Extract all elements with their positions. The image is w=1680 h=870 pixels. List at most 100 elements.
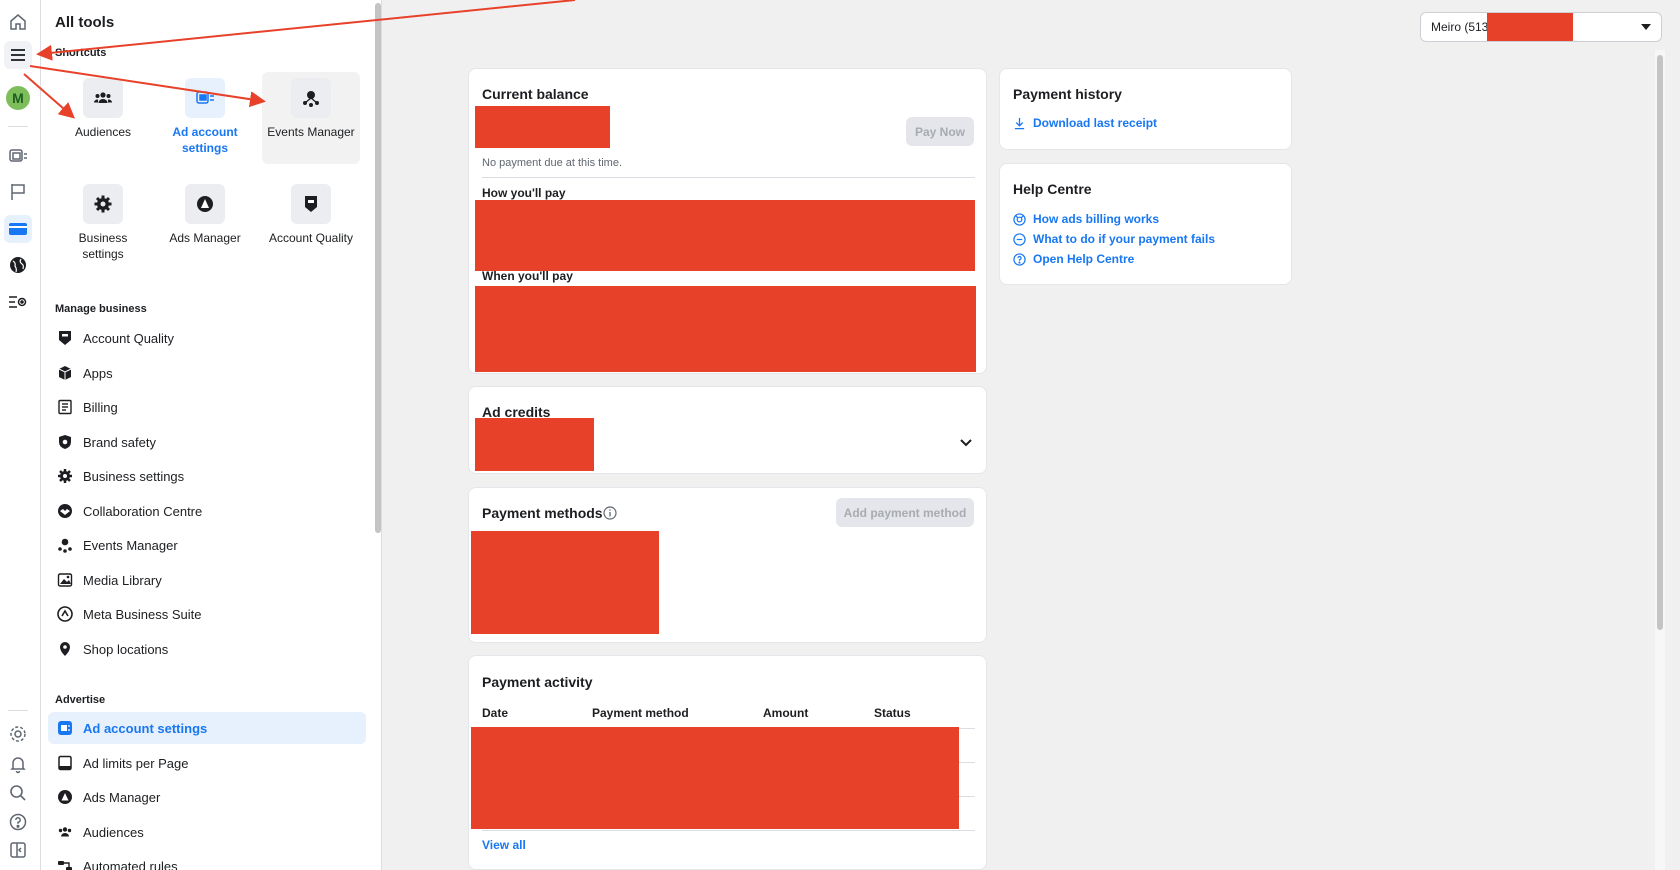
shortcut-label: Account Quality bbox=[268, 231, 354, 245]
payment-methods-card: Payment methods Add payment method bbox=[468, 487, 987, 643]
menu-item-label: Media Library bbox=[83, 572, 162, 588]
home-icon[interactable] bbox=[4, 8, 32, 36]
shortcut-ad-account-settings[interactable]: Ad account settings bbox=[156, 72, 254, 164]
menu-item-label: Shop locations bbox=[83, 641, 169, 657]
ad-credits-card[interactable]: Ad credits bbox=[468, 386, 987, 474]
menu-item-automated-rules[interactable]: Automated rules bbox=[48, 850, 366, 870]
ad-account-selector[interactable]: Meiro (513 bbox=[1420, 12, 1662, 42]
help-icon[interactable] bbox=[4, 808, 32, 836]
menu-item-label: Ads Manager bbox=[83, 789, 161, 805]
menu-item-collaboration-centre[interactable]: Collaboration Centre bbox=[48, 495, 366, 527]
menu-item-label: Meta Business Suite bbox=[83, 606, 202, 622]
shortcut-audiences[interactable]: Audiences bbox=[54, 72, 152, 164]
ad-account-icon[interactable] bbox=[4, 142, 32, 170]
shortcut-events-manager[interactable]: Events Manager bbox=[262, 72, 360, 164]
rail-divider bbox=[8, 126, 28, 127]
menu-item-label: Ad account settings bbox=[83, 720, 208, 736]
menu-icon[interactable] bbox=[4, 41, 32, 69]
redaction bbox=[475, 106, 610, 148]
redaction bbox=[471, 727, 959, 829]
shortcut-account-quality[interactable]: Account Quality bbox=[262, 178, 360, 270]
image-icon bbox=[56, 571, 74, 589]
column-header-date[interactable]: Date bbox=[482, 706, 508, 720]
link-label: What to do if your payment fails bbox=[1033, 232, 1216, 246]
left-rail: M bbox=[0, 0, 41, 870]
help-link-billing[interactable]: How ads billing works bbox=[1013, 212, 1159, 226]
collapse-panel-icon[interactable] bbox=[4, 836, 32, 864]
billing-icon[interactable] bbox=[4, 215, 32, 243]
redaction bbox=[475, 200, 975, 271]
brand-safety-icon bbox=[56, 433, 74, 451]
list-settings-icon[interactable] bbox=[4, 288, 32, 316]
menu-item-business-settings[interactable]: Business settings bbox=[48, 460, 366, 492]
all-tools-panel: All tools Shortcuts Audiences Ad account… bbox=[41, 0, 382, 870]
card-title: Current balance bbox=[482, 86, 589, 102]
shortcut-business-settings[interactable]: Business settings bbox=[54, 178, 152, 270]
events-manager-icon bbox=[291, 78, 331, 118]
menu-item-label: Account Quality bbox=[83, 330, 175, 346]
gear-icon bbox=[83, 184, 123, 224]
shortcut-label: Ads Manager bbox=[169, 231, 241, 245]
menu-item-ads-manager[interactable]: Ads Manager bbox=[48, 781, 366, 813]
shortcut-label: Events Manager bbox=[267, 125, 355, 139]
add-payment-method-button[interactable]: Add payment method bbox=[836, 498, 974, 527]
menu-item-billing[interactable]: Billing bbox=[48, 391, 366, 423]
menu-item-label: Brand safety bbox=[83, 434, 156, 450]
minus-circle-icon bbox=[1013, 232, 1026, 246]
search-icon[interactable] bbox=[4, 779, 32, 807]
rail-divider bbox=[8, 710, 28, 711]
manage-business-heading: Manage business bbox=[55, 303, 147, 315]
menu-item-label: Audiences bbox=[83, 824, 144, 840]
globe-icon[interactable] bbox=[4, 251, 32, 279]
menu-item-brand-safety[interactable]: Brand safety bbox=[48, 426, 366, 458]
menu-item-ad-limits-per-page[interactable]: Ad limits per Page bbox=[48, 747, 366, 779]
panel-title: All tools bbox=[55, 14, 115, 31]
help-link-open-help-centre[interactable]: Open Help Centre bbox=[1013, 252, 1134, 266]
page-scrollbar-thumb[interactable] bbox=[1657, 55, 1663, 630]
menu-item-apps[interactable]: Apps bbox=[48, 357, 366, 389]
avatar[interactable]: M bbox=[6, 86, 30, 110]
help-centre-card: Help Centre How ads billing works What t… bbox=[999, 163, 1292, 285]
download-icon bbox=[1014, 117, 1025, 129]
menu-item-label: Automated rules bbox=[83, 858, 178, 870]
redaction bbox=[471, 531, 659, 634]
menu-item-meta-business-suite[interactable]: Meta Business Suite bbox=[48, 598, 366, 630]
panel-scrollbar[interactable] bbox=[375, 3, 381, 533]
shortcut-label: Audiences bbox=[74, 125, 132, 139]
no-payment-text: No payment due at this time. bbox=[482, 157, 623, 169]
divider bbox=[482, 177, 975, 178]
card-title: Payment history bbox=[1013, 86, 1122, 102]
menu-item-audiences[interactable]: Audiences bbox=[48, 816, 366, 848]
meta-suite-icon bbox=[56, 605, 74, 623]
card-title: Payment methods bbox=[482, 505, 603, 521]
download-receipt-link[interactable]: Download last receipt bbox=[1013, 116, 1157, 130]
link-label: How ads billing works bbox=[1033, 212, 1160, 226]
chevron-down-icon bbox=[1641, 24, 1651, 30]
column-header-status[interactable]: Status bbox=[874, 706, 911, 720]
menu-item-events-manager[interactable]: Events Manager bbox=[48, 529, 366, 561]
menu-item-shop-locations[interactable]: Shop locations bbox=[48, 633, 366, 665]
flag-icon[interactable] bbox=[4, 178, 32, 206]
ads-manager-icon bbox=[56, 788, 74, 806]
pay-now-button[interactable]: Pay Now bbox=[906, 117, 974, 146]
settings-icon[interactable] bbox=[4, 720, 32, 748]
shield-icon bbox=[291, 184, 331, 224]
help-link-payment-fails[interactable]: What to do if your payment fails bbox=[1013, 232, 1215, 246]
menu-item-account-quality[interactable]: Account Quality bbox=[48, 322, 366, 354]
account-selector-label: Meiro (513 bbox=[1431, 20, 1489, 34]
current-balance-card: Current balance Pay Now No payment due a… bbox=[468, 68, 987, 374]
card-title: Payment activity bbox=[482, 674, 593, 690]
view-all-link[interactable]: View all bbox=[482, 838, 526, 852]
menu-item-media-library[interactable]: Media Library bbox=[48, 564, 366, 596]
info-icon[interactable] bbox=[603, 506, 617, 520]
chevron-down-icon[interactable] bbox=[960, 439, 972, 447]
shortcut-ads-manager[interactable]: Ads Manager bbox=[156, 178, 254, 270]
column-header-amount[interactable]: Amount bbox=[763, 706, 808, 720]
cube-icon bbox=[56, 364, 74, 382]
menu-item-label: Apps bbox=[83, 365, 113, 381]
menu-item-ad-account-settings[interactable]: Ad account settings bbox=[48, 712, 366, 744]
bell-icon[interactable] bbox=[4, 750, 32, 778]
question-circle-icon bbox=[1013, 252, 1026, 266]
column-header-payment-method[interactable]: Payment method bbox=[592, 706, 689, 720]
receipt-icon bbox=[56, 398, 74, 416]
